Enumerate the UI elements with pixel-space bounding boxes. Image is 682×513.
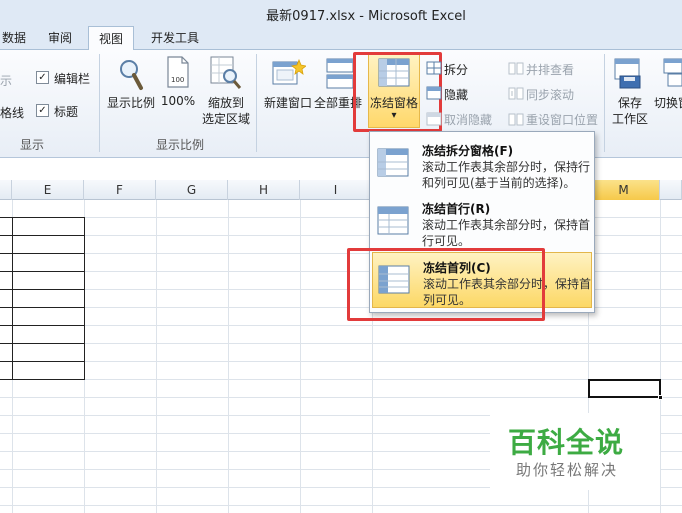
gridline bbox=[156, 200, 157, 513]
tab-developer[interactable]: 开发工具 bbox=[141, 28, 209, 50]
save-workspace-icon bbox=[614, 58, 641, 89]
gridline bbox=[0, 361, 682, 362]
reset-position-icon bbox=[508, 113, 524, 126]
gridline bbox=[0, 397, 682, 398]
new-window-icon bbox=[272, 58, 306, 85]
tab-view[interactable]: 视图 bbox=[88, 26, 135, 51]
tab-data[interactable]: 数据 bbox=[0, 28, 36, 50]
table-border bbox=[0, 325, 85, 326]
menu-item-freeze-panes[interactable]: 冻结拆分窗格(F) 滚动工作表其余部分时，保持行和列可见(基于当前的选择)。 bbox=[372, 136, 592, 192]
gridline bbox=[300, 200, 301, 513]
zoom-group-label: 显示比例 bbox=[155, 138, 204, 152]
zoom-to-selection-line1[interactable]: 缩放到 bbox=[198, 94, 254, 111]
zoom-selection-icon bbox=[210, 56, 242, 89]
watermark: 百科全说 助你轻松解决 bbox=[490, 413, 660, 490]
menu-item-title: 冻结拆分窗格(F) bbox=[422, 144, 514, 158]
page-100-icon: 100 bbox=[167, 56, 189, 88]
formula-bar-label[interactable]: 编辑栏 bbox=[54, 70, 90, 87]
group-divider bbox=[604, 54, 605, 152]
new-window-button[interactable]: 新建窗口 bbox=[262, 94, 314, 111]
group-divider bbox=[99, 54, 100, 152]
side-by-side-button[interactable]: 并排查看 bbox=[526, 61, 574, 78]
tab-review[interactable]: 审阅 bbox=[38, 28, 82, 50]
show-group-label: 显示 bbox=[20, 138, 45, 152]
headings-label[interactable]: 标题 bbox=[54, 103, 78, 120]
split-icon bbox=[426, 61, 442, 75]
annotation-box-freeze-first-column bbox=[347, 248, 545, 321]
split-button[interactable]: 拆分 bbox=[444, 61, 468, 78]
title-bar: 最新0917.xlsx - Microsoft Excel bbox=[0, 0, 682, 26]
table-border bbox=[0, 343, 85, 344]
table-border bbox=[0, 271, 85, 272]
window-title: 最新0917.xlsx - Microsoft Excel bbox=[266, 9, 466, 24]
table-border bbox=[0, 361, 85, 362]
svg-text:100: 100 bbox=[171, 76, 184, 84]
zoom-button[interactable]: 显示比例 bbox=[104, 94, 158, 111]
ribbon-tabs: 数据 审阅 视图 开发工具 bbox=[0, 26, 682, 51]
reset-window-position-button[interactable]: 重设窗口位置 bbox=[526, 111, 598, 128]
column-header-partial[interactable] bbox=[660, 180, 682, 200]
gridline bbox=[660, 200, 661, 513]
freeze-top-row-icon bbox=[377, 206, 409, 235]
table-border bbox=[0, 253, 85, 254]
switch-windows-button[interactable]: 切换窗 bbox=[654, 94, 682, 111]
headings-checkbox[interactable]: ✓ bbox=[36, 104, 49, 117]
column-header-i[interactable]: I bbox=[300, 180, 372, 200]
column-header-e[interactable]: E bbox=[12, 180, 84, 200]
ruler-label: 示 bbox=[0, 74, 13, 88]
column-header-f[interactable]: F bbox=[84, 180, 156, 200]
unhide-button[interactable]: 取消隐藏 bbox=[444, 111, 492, 128]
freeze-split-icon bbox=[377, 148, 409, 177]
hide-button[interactable]: 隐藏 bbox=[444, 86, 468, 103]
zoom-to-selection-line2[interactable]: 选定区域 bbox=[198, 110, 254, 127]
column-header-m[interactable]: M bbox=[588, 180, 660, 200]
table-border bbox=[0, 235, 85, 236]
save-workspace-line2[interactable]: 工作区 bbox=[606, 110, 654, 127]
save-workspace-line1[interactable]: 保存 bbox=[608, 94, 652, 111]
side-by-side-icon bbox=[508, 62, 524, 75]
gridline bbox=[0, 379, 682, 380]
menu-item-freeze-top-row[interactable]: 冻结首行(R) 滚动工作表其余部分时，保持首行可见。 bbox=[372, 194, 592, 250]
menu-item-description: 滚动工作表其余部分时，保持行和列可见(基于当前的选择)。 bbox=[422, 160, 591, 190]
menu-item-description: 滚动工作表其余部分时，保持首行可见。 bbox=[422, 218, 591, 248]
magnifier-icon bbox=[120, 60, 143, 90]
sync-scroll-button[interactable]: 同步滚动 bbox=[526, 86, 574, 103]
column-header-g[interactable]: G bbox=[156, 180, 228, 200]
sync-scroll-icon bbox=[508, 87, 524, 100]
active-cell[interactable] bbox=[588, 379, 663, 400]
gridline bbox=[228, 200, 229, 513]
watermark-subtitle: 助你轻松解决 bbox=[516, 461, 619, 479]
gridlines-label[interactable]: 格线 bbox=[0, 104, 24, 121]
gridline bbox=[0, 505, 682, 506]
arrange-all-icon bbox=[326, 58, 354, 89]
table-border bbox=[0, 289, 85, 290]
group-divider bbox=[256, 54, 257, 152]
zoom-100-button[interactable]: 100% bbox=[160, 94, 196, 108]
hide-icon bbox=[426, 86, 442, 100]
formula-bar-checkbox[interactable]: ✓ bbox=[36, 71, 49, 84]
bordered-range-column-e[interactable] bbox=[12, 217, 85, 380]
switch-windows-icon bbox=[663, 58, 682, 87]
column-header-partial[interactable] bbox=[0, 180, 12, 200]
watermark-title: 百科全说 bbox=[508, 426, 625, 459]
table-border bbox=[0, 307, 85, 308]
gridline bbox=[0, 325, 682, 326]
fill-handle[interactable] bbox=[658, 395, 663, 400]
unhide-icon bbox=[426, 112, 442, 126]
menu-item-title: 冻结首行(R) bbox=[422, 202, 491, 216]
gridline bbox=[0, 343, 682, 344]
column-header-h[interactable]: H bbox=[228, 180, 300, 200]
